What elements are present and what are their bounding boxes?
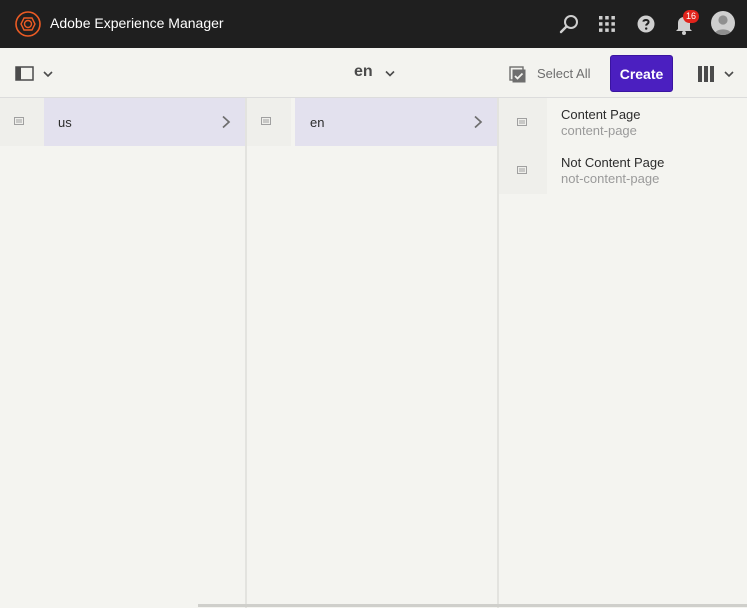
item-thumbnail <box>247 98 291 146</box>
horizontal-scrollbar[interactable] <box>198 604 747 607</box>
select-all-button[interactable]: Select All <box>537 66 590 81</box>
page-icon <box>14 117 24 125</box>
item-thumbnail <box>499 146 547 194</box>
rail-toggle-icon[interactable] <box>15 64 57 84</box>
create-button[interactable]: Create <box>610 55 673 92</box>
page-icon <box>517 118 527 126</box>
action-bar: en Select All Create <box>0 48 747 98</box>
search-icon[interactable] <box>557 12 581 36</box>
column-1: us <box>0 98 246 608</box>
item-thumbnail <box>499 98 547 146</box>
column-2: en <box>247 98 498 608</box>
column-item-content-page[interactable]: Content Page content-page <box>499 98 747 146</box>
select-all-icon[interactable] <box>509 66 527 84</box>
item-name: not-content-page <box>561 171 660 186</box>
page-icon <box>261 117 271 125</box>
user-icon <box>714 15 732 35</box>
chevron-down-icon[interactable] <box>384 68 396 80</box>
user-avatar[interactable] <box>711 11 735 35</box>
chevron-right-icon[interactable] <box>221 115 231 129</box>
global-header: Adobe Experience Manager 16 <box>0 0 747 48</box>
item-title: Not Content Page <box>561 155 665 170</box>
column-view-icon[interactable] <box>697 65 737 83</box>
app-title[interactable]: Adobe Experience Manager <box>50 15 224 31</box>
notification-count-badge: 16 <box>683 10 699 23</box>
chevron-right-icon[interactable] <box>473 115 483 129</box>
page-icon <box>517 166 527 174</box>
breadcrumb-title[interactable]: en <box>354 63 373 81</box>
selection-highlight <box>44 98 246 146</box>
apps-grid-icon[interactable] <box>595 12 619 36</box>
column-3: Content Page content-page Not Content Pa… <box>499 98 747 608</box>
aem-logo-icon[interactable] <box>15 11 41 37</box>
column-item-not-content-page[interactable]: Not Content Page not-content-page <box>499 146 747 194</box>
selection-highlight <box>295 98 498 146</box>
column-item-label: en <box>310 115 325 130</box>
column-item-us[interactable]: us <box>0 98 246 146</box>
column-item-label: us <box>58 115 72 130</box>
help-icon[interactable] <box>634 12 658 36</box>
item-thumbnail <box>0 98 44 146</box>
item-title: Content Page <box>561 107 641 122</box>
column-item-en[interactable]: en <box>247 98 498 146</box>
item-name: content-page <box>561 123 637 138</box>
